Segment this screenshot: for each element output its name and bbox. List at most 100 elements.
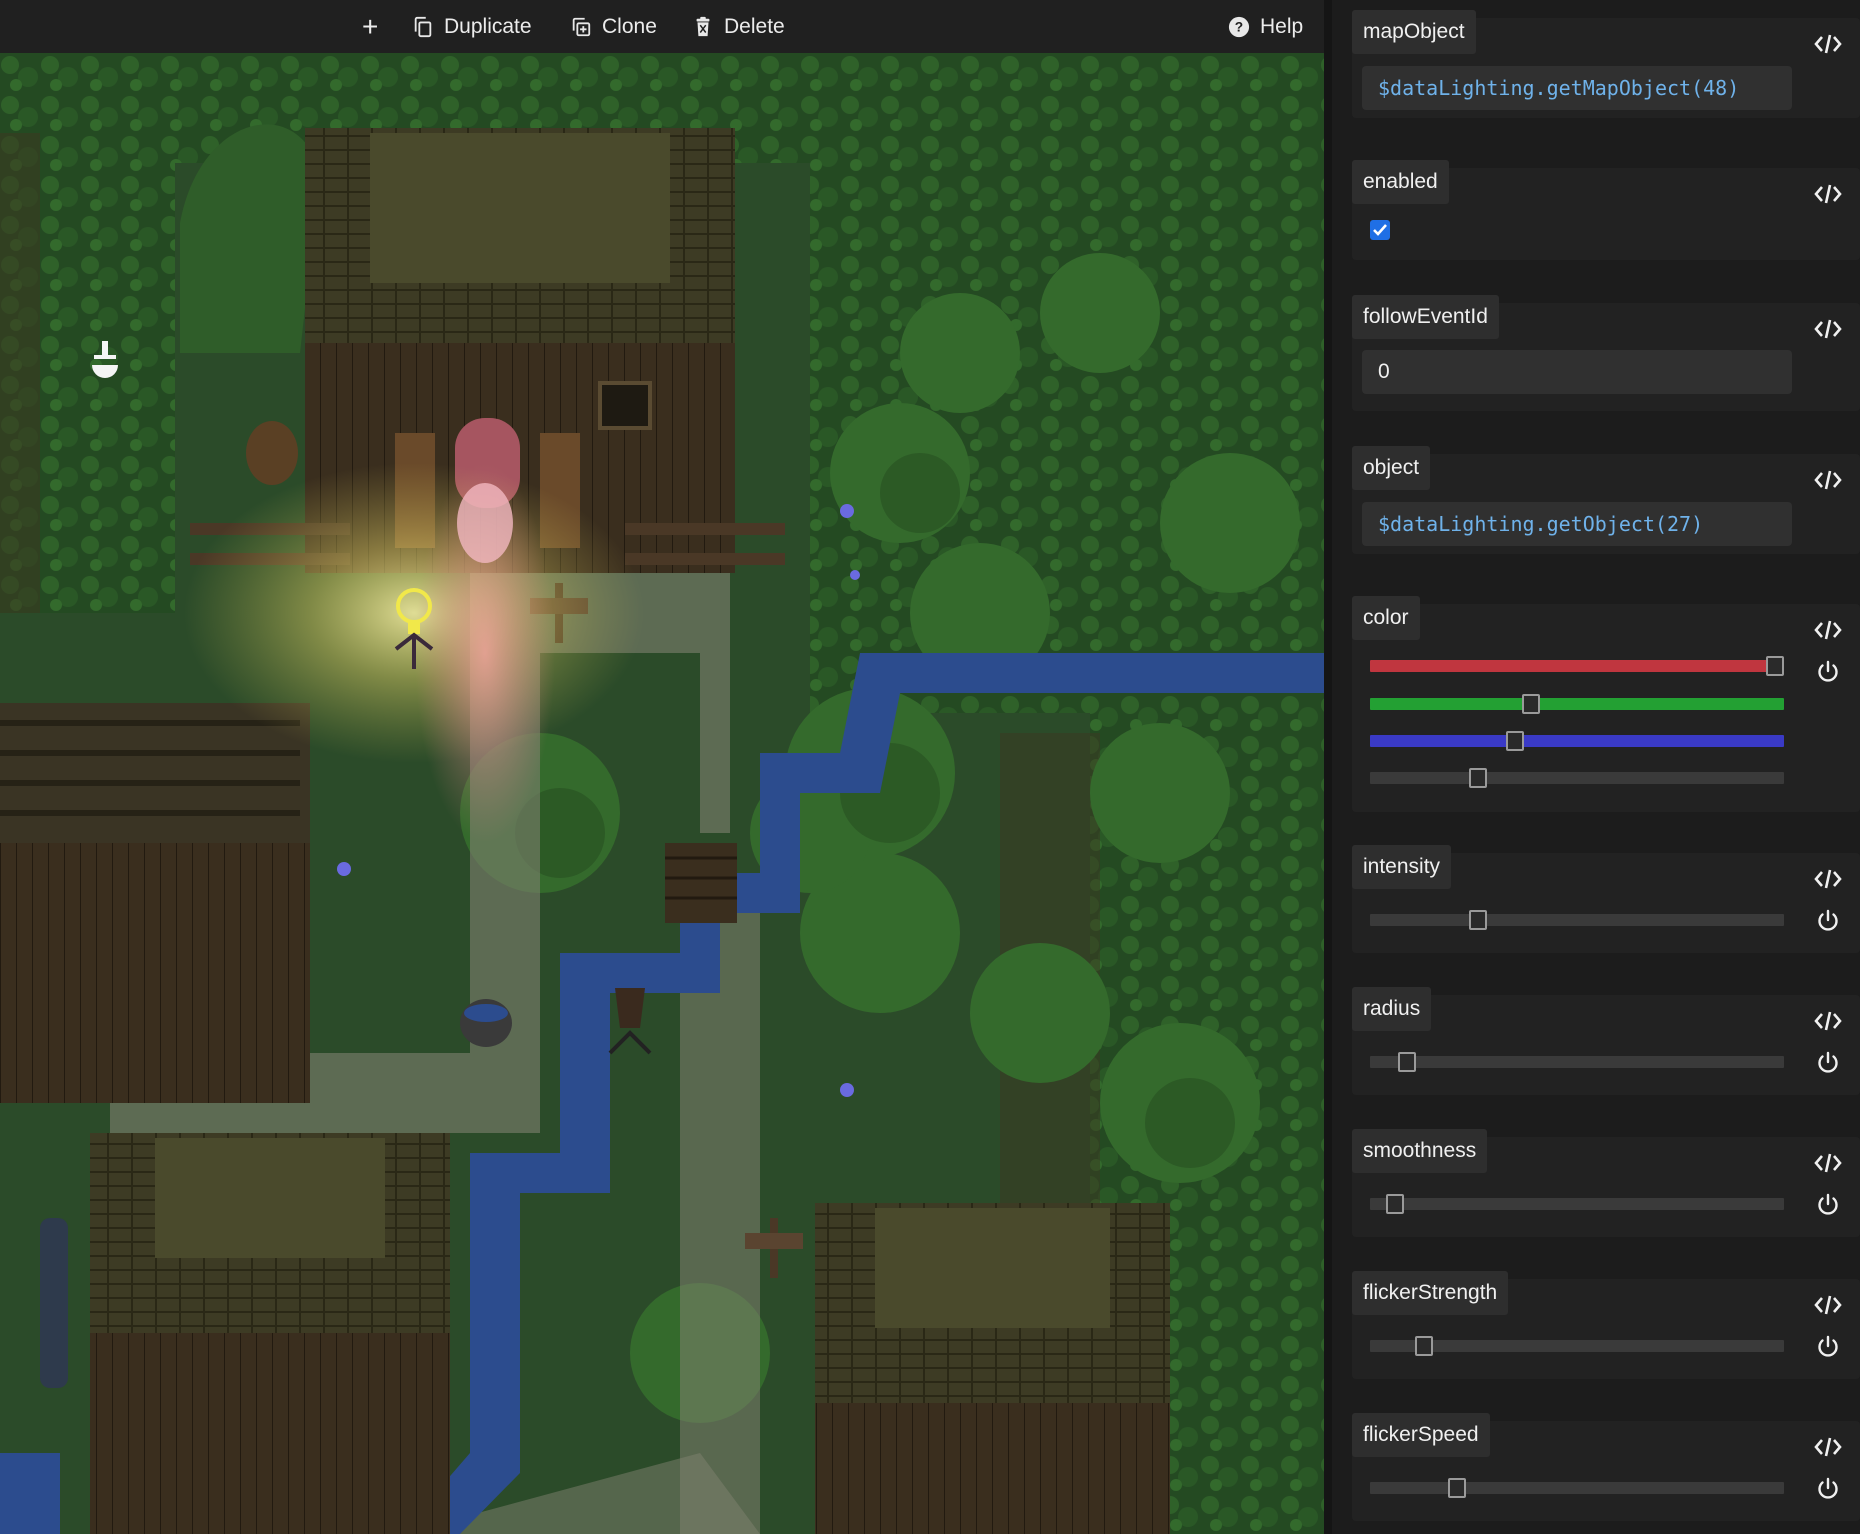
svg-text:?: ? [1235,19,1243,34]
code-toggle-button[interactable] [1812,315,1844,343]
help-label: Help [1260,14,1304,38]
code-icon [1814,869,1842,889]
code-toggle-button[interactable] [1812,1291,1844,1319]
mapObject-code-field[interactable]: $dataLighting.getMapObject(48) [1362,66,1792,110]
power-icon [1818,1477,1838,1499]
slider-track[interactable] [1370,698,1784,710]
color-alpha-slider[interactable] [1370,768,1784,788]
slider-thumb[interactable] [1468,910,1487,930]
prop-flickerSpeed: flickerSpeed [1352,1413,1860,1521]
clone-button[interactable]: Clone [570,0,657,53]
plus-icon: + [362,10,379,42]
code-icon [1814,1295,1842,1315]
smoothness-slider[interactable] [1370,1194,1784,1214]
slider-track[interactable] [1370,1056,1784,1068]
slider-thumb[interactable] [1414,1336,1433,1356]
reset-power-button[interactable] [1814,1333,1842,1361]
power-icon [1818,1051,1838,1073]
slider-track[interactable] [1370,735,1784,747]
code-icon [1814,34,1842,54]
flickerSpeed-slider[interactable] [1370,1478,1784,1498]
prop-intensity: intensity [1352,845,1860,953]
code-toggle-button[interactable] [1812,865,1844,893]
prop-label: flickerSpeed [1352,1413,1490,1457]
prop-label: intensity [1352,845,1452,889]
prop-label: flickerStrength [1352,1271,1509,1315]
followEventId-input[interactable] [1362,350,1792,394]
prop-enabled: enabled [1352,160,1860,260]
power-icon [1818,660,1838,682]
toolbar: + Duplicate Clone Delete ? Help [0,0,1324,53]
panel-divider[interactable] [1324,0,1332,1534]
trash-icon [696,16,710,36]
slider-thumb[interactable] [1505,731,1524,751]
prop-flickerStrength: flickerStrength [1352,1271,1860,1379]
slider-thumb[interactable] [1522,694,1541,714]
code-toggle-button[interactable] [1812,1007,1844,1035]
power-icon [1818,1335,1838,1357]
help-button[interactable]: ? Help [1228,0,1303,53]
code-icon [1814,1011,1842,1031]
code-icon [1814,620,1842,640]
prop-mapObject: mapObject $dataLighting.getMapObject(48) [1352,10,1860,118]
clone-label: Clone [602,14,657,38]
slider-thumb[interactable] [1766,656,1784,676]
reset-power-button[interactable] [1814,1191,1842,1219]
reset-power-button[interactable] [1814,658,1842,686]
slider-track[interactable] [1370,1482,1784,1494]
enabled-checkbox[interactable] [1370,220,1390,240]
slider-thumb[interactable] [1447,1478,1466,1498]
flickerStrength-slider[interactable] [1370,1336,1784,1356]
prop-label: followEventId [1352,295,1499,339]
map-canvas[interactable] [0,53,1324,1534]
slider-thumb[interactable] [1398,1052,1417,1072]
prop-followEventId: followEventId [1352,295,1860,411]
map-scene [0,53,1324,1534]
duplicate-icon [414,16,432,37]
code-icon [1814,470,1842,490]
code-toggle-button[interactable] [1812,1433,1844,1461]
code-toggle-button[interactable] [1812,30,1844,58]
color-blue-slider[interactable] [1370,731,1784,751]
code-icon [1814,184,1842,204]
slider-track[interactable] [1370,772,1784,784]
code-icon [1814,1437,1842,1457]
reset-power-button[interactable] [1814,1475,1842,1503]
prop-radius: radius [1352,987,1860,1095]
check-icon [1373,224,1387,236]
power-icon [1818,1193,1838,1215]
add-button[interactable]: + [362,0,378,53]
prop-label: mapObject [1352,10,1476,54]
delete-label: Delete [724,14,785,38]
prop-smoothness: smoothness [1352,1129,1860,1237]
slider-thumb[interactable] [1468,768,1487,788]
color-green-slider[interactable] [1370,694,1784,714]
color-red-slider[interactable] [1370,656,1784,676]
prop-label: radius [1352,987,1432,1031]
duplicate-label: Duplicate [444,14,532,38]
reset-power-button[interactable] [1814,1049,1842,1077]
prop-label: object [1352,446,1431,490]
prop-label: smoothness [1352,1129,1488,1173]
code-toggle-button[interactable] [1812,180,1844,208]
delete-button[interactable]: Delete [692,0,785,53]
prop-label: enabled [1352,160,1449,204]
duplicate-button[interactable]: Duplicate [412,0,532,53]
reset-power-button[interactable] [1814,907,1842,935]
power-icon [1818,909,1838,931]
prop-color: color [1352,596,1860,812]
slider-track[interactable] [1370,914,1784,926]
code-icon [1814,1153,1842,1173]
code-toggle-button[interactable] [1812,616,1844,644]
code-icon [1814,319,1842,339]
radius-slider[interactable] [1370,1052,1784,1072]
slider-thumb[interactable] [1385,1194,1404,1214]
object-code-field[interactable]: $dataLighting.getObject(27) [1362,502,1792,546]
code-toggle-button[interactable] [1812,1149,1844,1177]
prop-object: object $dataLighting.getObject(27) [1352,446,1860,554]
slider-track[interactable] [1370,660,1784,672]
slider-track[interactable] [1370,1198,1784,1210]
properties-panel: mapObject $dataLighting.getMapObject(48)… [1332,0,1860,1534]
intensity-slider[interactable] [1370,910,1784,930]
code-toggle-button[interactable] [1812,466,1844,494]
